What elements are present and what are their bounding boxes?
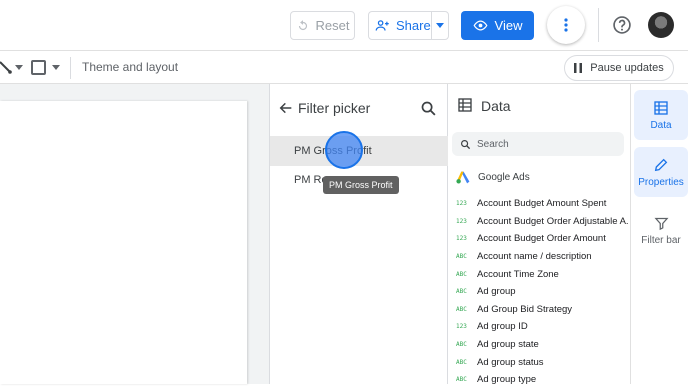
field-name: Account Budget Order Adjustable A... [477,215,628,227]
field-name: Account Budget Order Amount [477,233,606,245]
back-arrow-icon[interactable] [278,100,294,116]
reset-icon [298,19,307,30]
field-type-icon: 123 [456,235,467,243]
report-canvas-area [0,84,269,384]
field-list: 123 Account Budget Amount Spent 123 Accoun… [456,195,628,389]
view-button[interactable]: View [461,11,534,40]
field-item[interactable]: 123 Ad group ID [456,318,628,336]
avatar[interactable] [648,12,674,38]
field-type-icon: ABC [456,288,467,296]
field-type-icon: ABC [456,253,467,261]
field-type-icon: ABC [456,270,467,278]
filter-icon [653,217,669,231]
caret-down-icon [436,23,445,28]
field-name: Ad group status [477,356,544,368]
data-source[interactable]: Google Ads [456,171,530,184]
divider [70,57,71,79]
editor-toolbar: Theme and layout Pause updates [0,51,688,84]
field-type-icon: 123 [456,323,467,331]
field-name: Account Budget Amount Spent [477,198,607,210]
field-item[interactable]: ABC Ad group status [456,353,628,371]
field-item[interactable]: ABC Account name / description [456,248,628,266]
theme-and-layout-button[interactable]: Theme and layout [82,60,178,74]
view-label: View [494,18,523,33]
share-button[interactable]: Share [368,11,449,40]
google-ads-icon [456,171,470,184]
line-tool-icon[interactable] [0,60,12,74]
share-dropdown[interactable] [432,23,448,28]
eye-icon [473,20,487,31]
field-type-icon: ABC [456,341,467,349]
top-bar: Reset Share View [0,0,688,51]
add-person-icon [375,20,389,31]
search-placeholder: Search [477,138,509,150]
field-type-icon: ABC [456,376,467,384]
search-icon[interactable] [420,100,437,117]
share-label: Share [396,18,431,33]
table-icon [458,98,472,112]
help-icon[interactable] [612,15,632,35]
table-icon [654,100,668,115]
filter-picker-panel: Filter picker PM Gross Profit PM Rev PM … [269,84,448,384]
filter-picker-title: Filter picker [298,100,371,116]
field-item[interactable]: ABC Ad group type [456,371,628,389]
data-source-name: Google Ads [478,172,530,183]
tab-properties[interactable]: Properties [634,147,688,197]
pencil-icon [654,158,668,171]
field-type-icon: ABC [456,305,467,313]
field-item[interactable]: ABC Account Time Zone [456,265,628,283]
field-type-icon: 123 [456,200,467,208]
field-item[interactable]: ABC Ad group [456,283,628,301]
field-name: Ad Group Bid Strategy [477,303,573,315]
field-item[interactable]: 123 Account Budget Amount Spent [456,195,628,213]
more-options-button[interactable] [547,6,585,44]
field-item[interactable]: 123 Account Budget Order Amount [456,230,628,248]
field-name: Account name / description [477,251,592,263]
report-page[interactable] [0,101,247,384]
field-type-icon: ABC [456,358,467,366]
tab-filter-bar-label: Filter bar [641,235,681,246]
field-search-input[interactable]: Search [452,132,624,156]
kebab-menu-icon [564,18,568,32]
side-tab-rail: Data Properties Filter bar [630,84,688,384]
data-panel: Data Search Google Ads 123 Account Budget… [448,84,630,385]
caret-down-icon[interactable] [15,65,23,70]
data-panel-title: Data [481,98,511,114]
field-name: Ad group ID [477,321,528,333]
tab-data-label: Data [650,119,672,131]
shape-tool-icon[interactable] [31,60,46,75]
field-name: Ad group [477,286,516,298]
field-name: Account Time Zone [477,268,559,280]
caret-down-icon[interactable] [52,65,60,70]
tooltip: PM Gross Profit [323,176,399,194]
pause-updates-button[interactable]: Pause updates [564,55,674,81]
click-indicator [325,131,363,169]
field-name: Ad group state [477,339,539,351]
search-icon [461,139,471,149]
field-type-icon: 123 [456,217,467,225]
reset-label: Reset [315,18,350,33]
field-item[interactable]: 123 Account Budget Order Adjustable A... [456,213,628,231]
tab-properties-label: Properties [638,176,684,188]
pause-updates-label: Pause updates [590,62,664,74]
tab-data[interactable]: Data [634,90,688,140]
field-item[interactable]: ABC Ad group state [456,336,628,354]
field-item[interactable]: ABC Ad Group Bid Strategy [456,301,628,319]
tab-filter-bar[interactable]: Filter bar [634,206,688,256]
divider [598,8,599,42]
share-main[interactable]: Share [369,12,433,39]
reset-button[interactable]: Reset [290,11,355,40]
pause-icon [574,63,583,73]
